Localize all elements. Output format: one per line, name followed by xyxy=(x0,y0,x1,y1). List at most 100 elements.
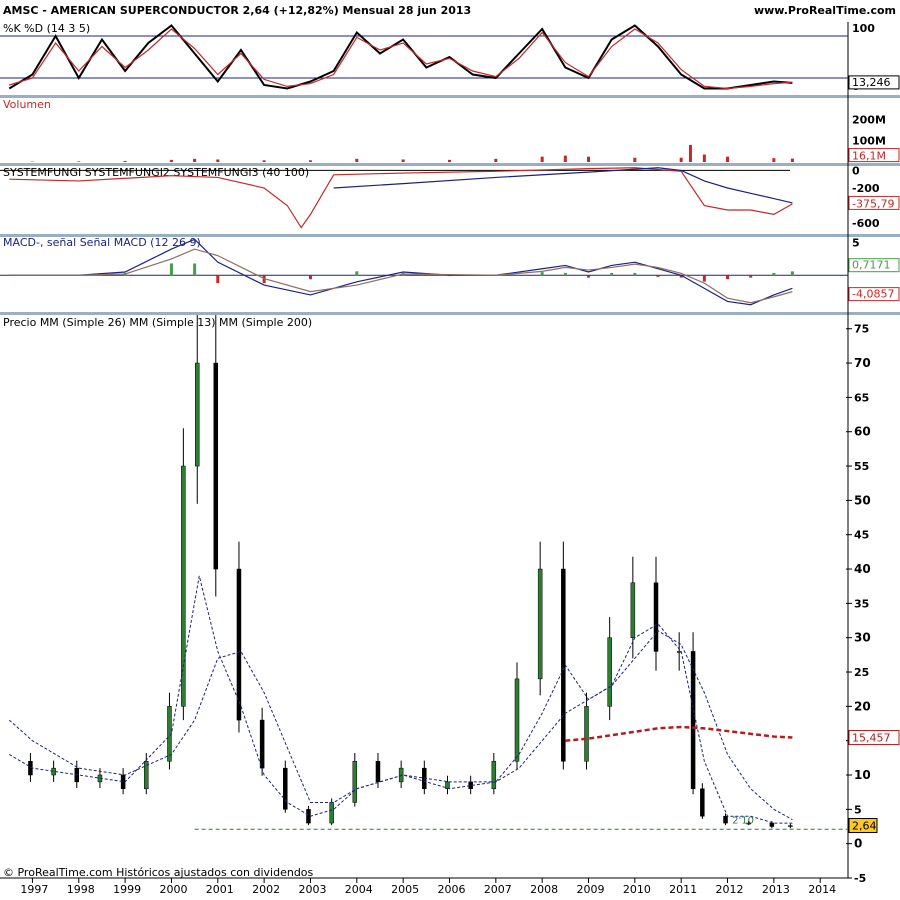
x-tick-label: 1998 xyxy=(67,883,95,896)
x-tick-label: 2007 xyxy=(484,883,512,896)
price-ytick-label: 40 xyxy=(854,562,871,576)
price-ytick-label: 55 xyxy=(854,460,869,473)
volume-bar xyxy=(447,159,451,162)
price-ytick-label: 5 xyxy=(854,803,862,816)
volume-value: 16,1M xyxy=(852,150,886,163)
price-ytick-label: 50 xyxy=(854,493,871,507)
volume-bar xyxy=(401,159,405,162)
price-candle-body xyxy=(514,678,520,762)
price-ytick-label: 60 xyxy=(854,425,871,439)
price-title: Precio MM (Simple 26) MM (Simple 13) MM … xyxy=(3,316,312,329)
price-candle-body xyxy=(700,788,705,817)
x-tick-label: 2001 xyxy=(206,883,234,896)
price-ytick-label: 10 xyxy=(854,768,871,782)
price-candle-body xyxy=(746,822,751,825)
volume-bar xyxy=(262,160,266,162)
macd-histogram-bar xyxy=(308,275,312,280)
x-tick-label: 1999 xyxy=(113,883,141,896)
x-tick-label: 2006 xyxy=(437,883,465,896)
systemfungi-ytick: -200 xyxy=(852,182,880,195)
stoch-series-1 xyxy=(9,28,793,90)
volume-ytick: 100M xyxy=(852,135,886,148)
price-candle-body xyxy=(352,761,358,803)
price-candle-body xyxy=(676,651,682,653)
price-candle-body xyxy=(306,809,311,824)
macd-histogram-bar xyxy=(656,275,660,277)
price-ytick-label: 75 xyxy=(854,323,869,336)
x-tick-label: 2000 xyxy=(159,883,187,896)
price-candle-body xyxy=(537,568,543,680)
price-candle-body xyxy=(607,637,612,707)
price-candle-body xyxy=(723,815,728,824)
macd-histogram-bar xyxy=(216,275,220,284)
volume-bar xyxy=(726,156,730,162)
price-ytick-label: 65 xyxy=(854,391,869,404)
price-candle-body xyxy=(690,651,696,789)
macd-histogram-bar xyxy=(540,272,544,276)
macd-series-1 xyxy=(9,248,793,304)
price-ytick-label: 20 xyxy=(854,699,871,713)
volume-bar xyxy=(563,155,567,162)
price-ytick-label: 25 xyxy=(854,666,869,679)
x-tick-label: 2005 xyxy=(391,883,419,896)
price-value: 2,64 xyxy=(852,820,877,833)
macd-histogram-bar xyxy=(587,275,591,278)
macd-histogram-bar xyxy=(610,272,614,276)
price-candle-body xyxy=(491,761,497,789)
volume-bar xyxy=(790,158,794,162)
price-ytick-label: 35 xyxy=(854,597,869,610)
macd-title: MACD-, señal Señal MACD (12 26 9) xyxy=(3,236,201,249)
macd-histogram-bar xyxy=(790,271,794,276)
volume-bar xyxy=(123,160,127,162)
volume-bar xyxy=(540,156,544,162)
x-tick-label: 2010 xyxy=(623,883,651,896)
volume-bar xyxy=(494,158,498,162)
macd-histogram-bar xyxy=(726,275,730,280)
price-ytick-label: 0 xyxy=(854,837,862,851)
stoch-title: %K %D (14 3 5) xyxy=(3,22,90,35)
x-tick-label: 2014 xyxy=(808,883,836,896)
macd-histogram-bar xyxy=(749,275,753,278)
macd-histogram-bar xyxy=(633,272,637,276)
macd-histogram-bar xyxy=(355,271,359,276)
price-candle-body xyxy=(181,465,186,707)
volume-bar xyxy=(633,157,637,162)
volume-bar xyxy=(679,157,683,162)
price-ytick-label: 30 xyxy=(854,631,871,645)
price-candle-body xyxy=(195,362,200,467)
macd-histogram-bar xyxy=(702,275,706,282)
stoch-series-0 xyxy=(8,24,793,90)
price-candle-body xyxy=(375,761,381,783)
price-candle-body xyxy=(283,767,288,810)
chart-canvas: %K %D (14 3 5)100013,246Volumen200M100M1… xyxy=(0,22,900,896)
price-ma-line-2 xyxy=(8,630,793,821)
macd-signal-value: -4,0857 xyxy=(852,288,894,301)
support-label: 2'10 xyxy=(732,815,754,826)
volume-bar xyxy=(77,161,81,162)
volume-bar xyxy=(772,158,776,162)
volume-bar xyxy=(193,158,197,162)
x-tick-label: 1997 xyxy=(20,883,48,896)
price-ytick-label: -5 xyxy=(854,872,866,885)
systemfungi-ytick: 0 xyxy=(852,164,860,177)
macd-value: 0,7171 xyxy=(852,259,891,272)
price-ytick-label: 45 xyxy=(854,529,869,542)
systemfungi-value: -375,79 xyxy=(852,197,894,210)
stoch-value: 13,246 xyxy=(852,76,891,89)
volume-bar xyxy=(216,159,220,162)
volume-bar xyxy=(308,160,312,162)
macd-histogram-bar xyxy=(169,263,173,276)
volume-bar xyxy=(355,158,359,162)
x-tick-label: 2004 xyxy=(345,883,373,896)
x-tick-label: 2012 xyxy=(716,883,744,896)
footer-credit: © ProRealTime.com Históricos ajustados c… xyxy=(3,866,314,879)
stoch-ytick: 100 xyxy=(852,22,875,35)
volume-title: Volumen xyxy=(3,98,51,111)
volume-bar xyxy=(169,159,173,162)
volume-bar xyxy=(587,156,591,162)
x-tick-label: 2003 xyxy=(298,883,326,896)
macd-histogram-bar xyxy=(563,272,567,276)
price-ytick-label: 70 xyxy=(854,356,871,370)
price-candle-body xyxy=(213,362,219,570)
mm200-value: 15,457 xyxy=(852,732,891,745)
